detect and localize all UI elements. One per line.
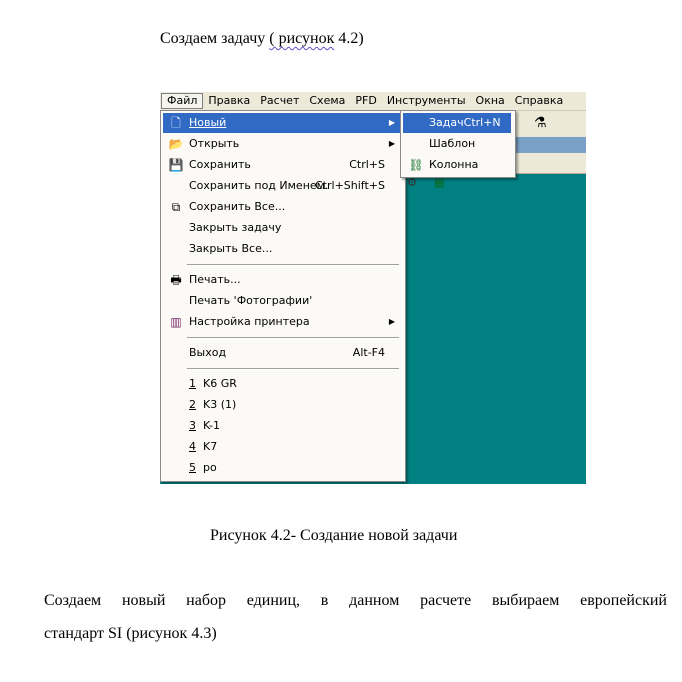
save-all-icon: ⧉ [171, 200, 181, 214]
menu-item-save-all[interactable]: ⧉ Сохранить Все... [163, 197, 401, 217]
recent-file-1[interactable]: 1 K6 GR [163, 374, 401, 394]
menu-scheme[interactable]: Схема [304, 93, 350, 109]
heading-text-end: 4.2) [334, 30, 364, 47]
submenu-arrow-icon: ▶ [388, 317, 395, 326]
paragraph-line-1: Создаем новый набор единиц, в данном рас… [44, 592, 667, 609]
heading-squiggle-text: ( рисунок [269, 30, 335, 47]
printer-icon: 🖶 [170, 273, 182, 287]
menu-pfd[interactable]: PFD [350, 93, 381, 109]
submenu-item-template[interactable]: Шаблон [403, 134, 511, 154]
file-menu-dropdown: 🗋 Новый ▶ 📂 Открыть ▶ 💾 Сохранить Ctrl+S… [160, 110, 406, 482]
column-icon: ⛓ [408, 158, 424, 172]
open-folder-icon: 📂 [168, 137, 184, 151]
menu-help[interactable]: Справка [510, 93, 568, 109]
printer-setup-icon: ▥ [170, 315, 182, 329]
menu-item-exit[interactable]: Выход Alt-F4 [163, 343, 401, 363]
menu-item-save[interactable]: 💾 Сохранить Ctrl+S [163, 155, 401, 175]
recent-file-2[interactable]: 2 K3 (1) [163, 395, 401, 415]
save-disk-icon: 💾 [168, 158, 184, 172]
flask-icon[interactable]: ⚗ [534, 115, 547, 131]
screenshot-figure: Файл Правка Расчет Схема PFD Инструменты… [160, 92, 586, 484]
menu-item-new[interactable]: 🗋 Новый ▶ [163, 113, 401, 133]
new-doc-icon: 🗋 [171, 116, 181, 130]
heading-text: Создаем задачу [160, 30, 270, 47]
recent-file-5[interactable]: 5 po [163, 458, 401, 478]
heading-line: Создаем задачу ( рисунок 4.2) [160, 30, 364, 48]
menu-tools[interactable]: Инструменты [382, 93, 471, 109]
menu-calc[interactable]: Расчет [255, 93, 304, 109]
submenu-item-task[interactable]: ЗадачCtrl+N [403, 113, 511, 133]
submenu-arrow-icon: ▶ [388, 118, 395, 127]
menu-separator [187, 368, 399, 370]
menu-item-open[interactable]: 📂 Открыть ▶ [163, 134, 401, 154]
menu-edit[interactable]: Правка [203, 93, 255, 109]
menu-item-save-as[interactable]: Сохранить под Именем. Ctrl+Shift+S [163, 176, 401, 196]
paragraph-line-2: стандарт SI (рисунок 4.3) [44, 625, 217, 642]
new-submenu: ЗадачCtrl+N Шаблон ⛓ Колонна [400, 110, 516, 178]
menu-separator [187, 337, 399, 339]
menu-item-print[interactable]: 🖶 Печать... [163, 270, 401, 290]
submenu-arrow-icon: ▶ [388, 139, 395, 148]
menu-separator [187, 264, 399, 266]
menu-windows[interactable]: Окна [471, 93, 510, 109]
menu-bar: Файл Правка Расчет Схема PFD Инструменты… [160, 92, 586, 111]
menu-item-close-all[interactable]: Закрыть Все... [163, 239, 401, 259]
recent-file-3[interactable]: 3 K-1 [163, 416, 401, 436]
menu-file[interactable]: Файл [161, 93, 204, 109]
recent-file-4[interactable]: 4 K7 [163, 437, 401, 457]
submenu-item-column[interactable]: ⛓ Колонна [403, 155, 511, 175]
menu-item-printer-setup[interactable]: ▥ Настройка принтера ▶ [163, 312, 401, 332]
menu-item-print-photos[interactable]: Печать 'Фотографии' [163, 291, 401, 311]
figure-caption: Рисунок 4.2- Создание новой задачи [210, 527, 458, 544]
menu-item-close-task[interactable]: Закрыть задачу [163, 218, 401, 238]
